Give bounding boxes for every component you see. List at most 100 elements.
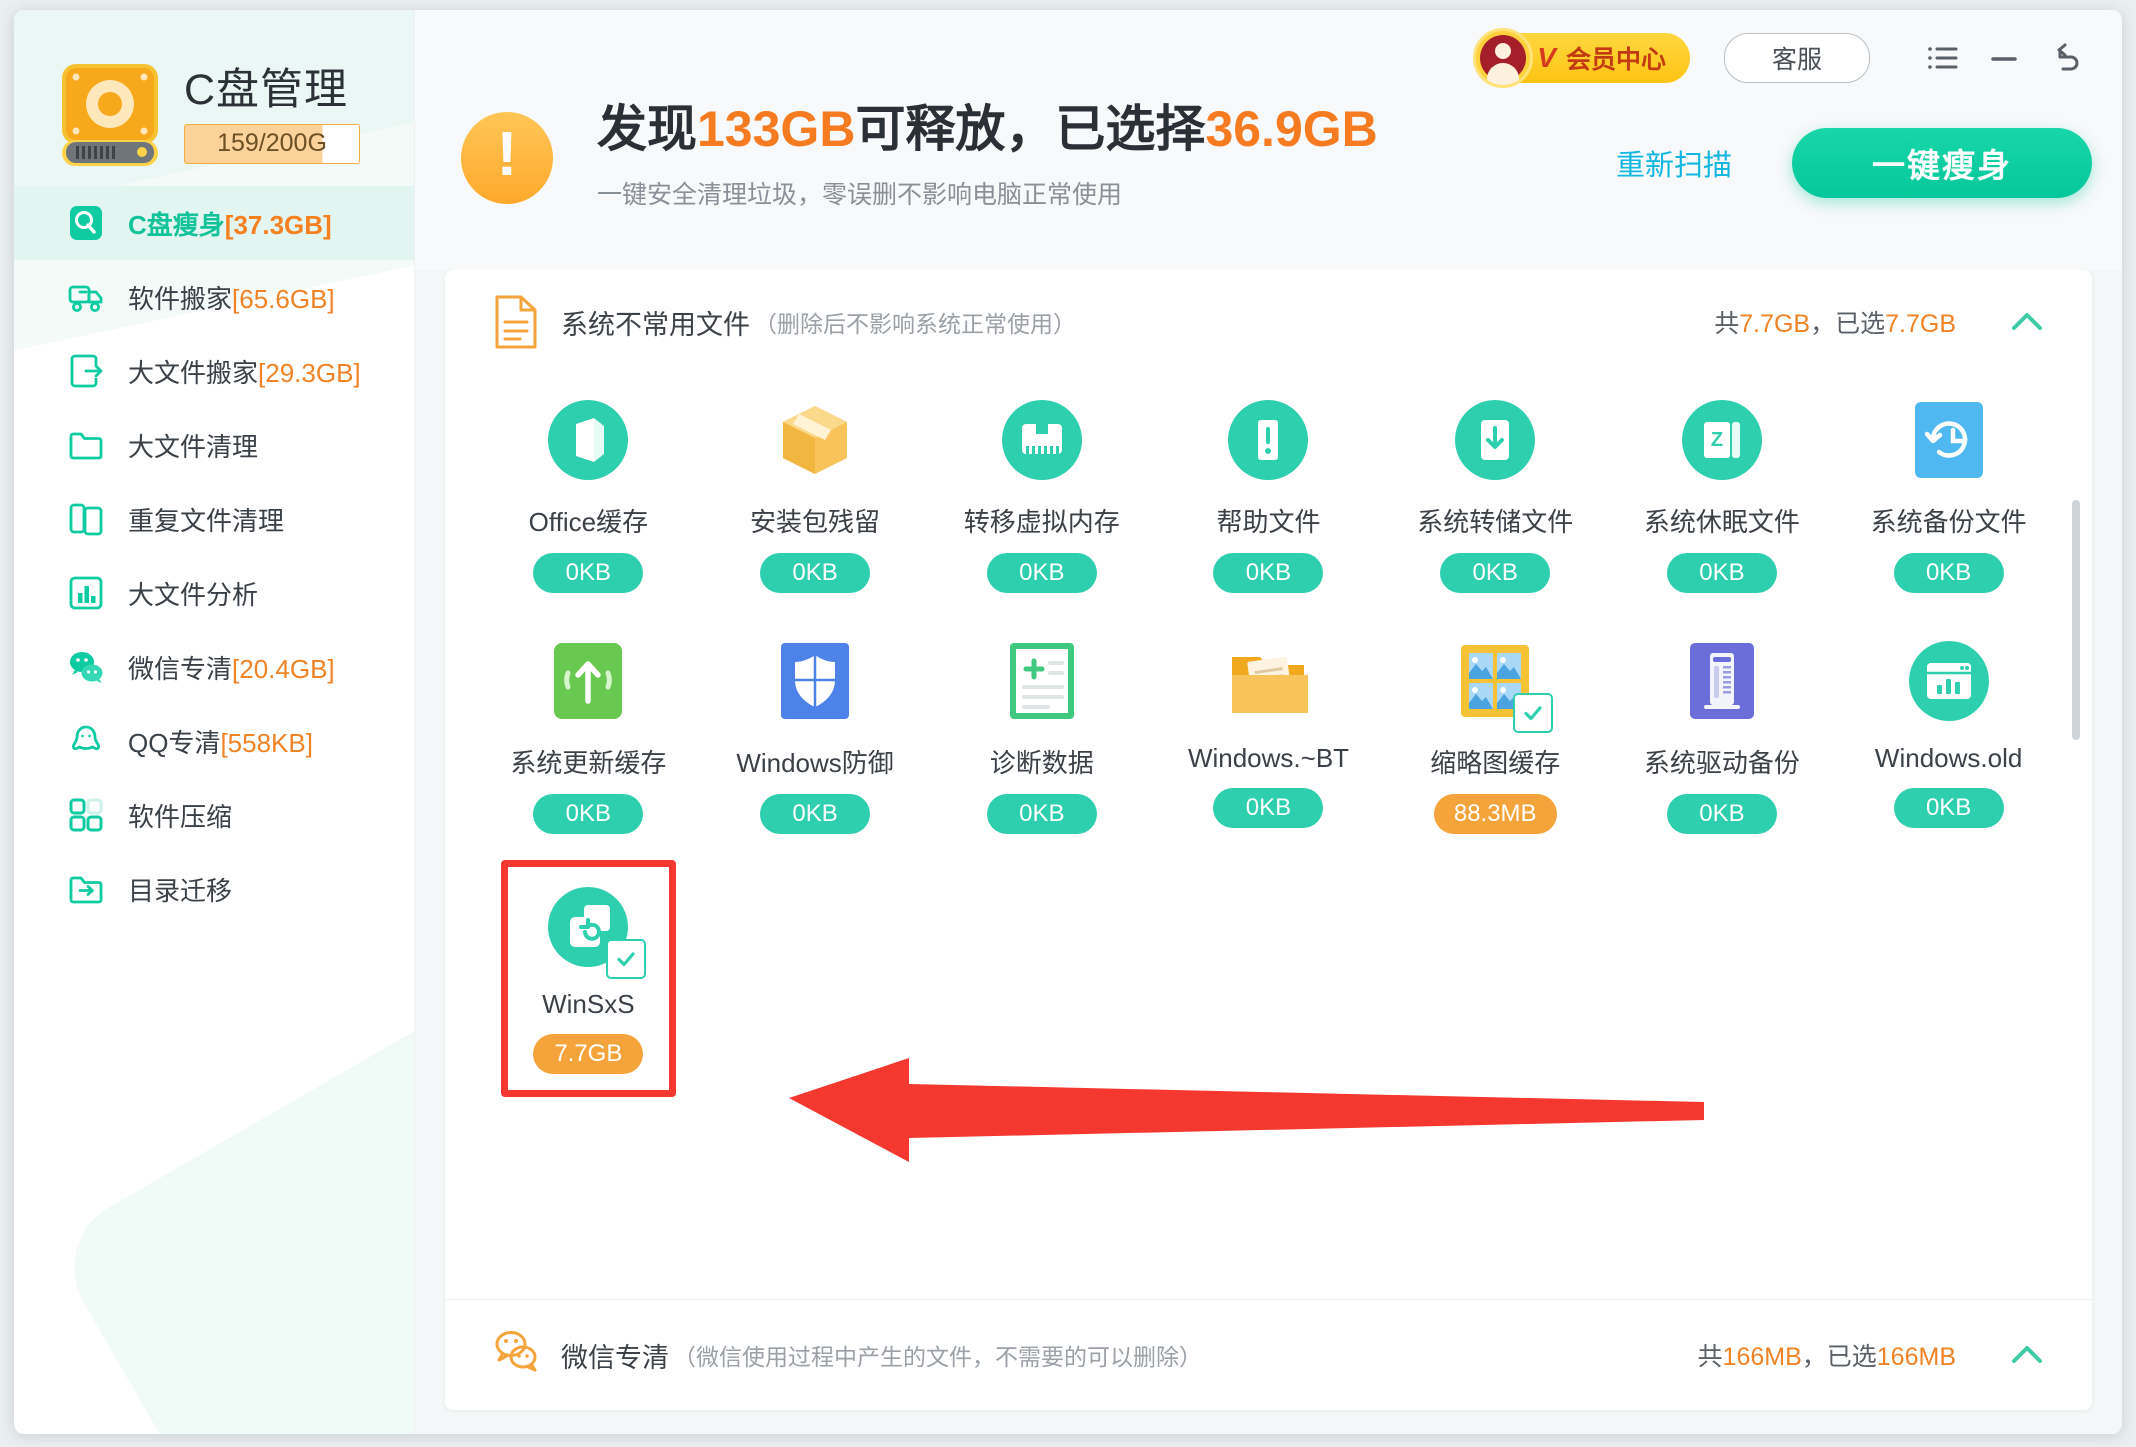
one-click-slim-button[interactable]: 一键瘦身 — [1792, 128, 2092, 198]
sidebar-item-c-slim[interactable]: C盘瘦身[37.3GB] — [14, 186, 414, 260]
tile-system-dump[interactable]: 系统转储文件 0KB — [1382, 378, 1609, 611]
sidebar-item-bigfile-clean[interactable]: 大文件清理 — [14, 408, 414, 482]
section-header-system-files[interactable]: 系统不常用文件 （删除后不影响系统正常使用） 共7.7GB，已选7.7GB — [445, 270, 2092, 374]
sidebar-item-bigfile-analysis[interactable]: 大文件分析 — [14, 556, 414, 630]
tile-winsxs[interactable]: WinSxS 7.7GB — [501, 860, 676, 1097]
download-dump-icon — [1449, 394, 1541, 486]
sidebar-item-software-move[interactable]: 软件搬家[65.6GB] — [14, 260, 414, 334]
sidebar-item-bigfile-move[interactable]: 大文件搬家[29.3GB] — [14, 334, 414, 408]
results-card: 系统不常用文件 （删除后不影响系统正常使用） 共7.7GB，已选7.7GB Of… — [445, 270, 2092, 1410]
sidebar-item-label: C盘瘦身[37.3GB] — [128, 209, 332, 240]
warning-exclamation-icon: ! — [461, 112, 553, 204]
sidebar-item-label: 软件压缩 — [128, 801, 233, 832]
sidebar-nav: C盘瘦身[37.3GB] 软件搬家[65.6GB] 大文件搬家[29.3GB] … — [14, 186, 414, 926]
section-stats: 共7.7GB，已选7.7GB — [1714, 310, 1956, 338]
window-stats-icon — [1903, 635, 1995, 727]
checkbox-checked[interactable] — [1513, 693, 1554, 733]
list-menu-icon[interactable] — [1916, 32, 1968, 84]
tile-virtual-memory[interactable]: 转移虚拟内存 0KB — [928, 378, 1155, 611]
vertical-scrollbar[interactable] — [2072, 500, 2080, 740]
header-actions: 重新扫描 一键瘦身 — [1616, 128, 2092, 198]
tile-size-badge: 0KB — [986, 794, 1097, 834]
vip-member-center-button[interactable]: V 会员中心 — [1473, 28, 1690, 88]
update-arrow-icon — [542, 635, 634, 727]
tile-windows-bt[interactable]: Windows.~BT 0KB — [1155, 619, 1382, 852]
tile-help-files[interactable]: 帮助文件 0KB — [1155, 378, 1382, 611]
tile-size-badge: 0KB — [533, 794, 644, 834]
content-area: 系统不常用文件 （删除后不影响系统正常使用） 共7.7GB，已选7.7GB Of… — [415, 270, 2122, 1434]
page-subtitle: 一键安全清理垃圾，零误删不影响电脑正常使用 — [597, 180, 1123, 209]
tile-size-badge: 0KB — [760, 553, 871, 593]
rescan-link[interactable]: 重新扫描 — [1616, 142, 1732, 184]
section-note: （删除后不影响系统正常使用） — [754, 311, 1076, 337]
tile-label: 转移虚拟内存 — [963, 507, 1120, 537]
sidebar-item-label: 大文件分析 — [128, 579, 259, 610]
customer-service-button[interactable]: 客服 — [1724, 33, 1870, 83]
hard-disk-icon — [50, 60, 170, 172]
tile-size-badge: 0KB — [1213, 553, 1324, 593]
tile-label: WinSxS — [542, 989, 635, 1019]
folder-arrow-icon — [66, 869, 106, 909]
tile-diagnostic-data[interactable]: 诊断数据 0KB — [928, 619, 1155, 852]
tile-installer-residue[interactable]: 安装包残留 0KB — [702, 378, 929, 611]
sidebar-item-label: 大文件搬家[29.3GB] — [128, 357, 361, 388]
sidebar-item-wechat-clean[interactable]: 微信专清[20.4GB] — [14, 630, 414, 704]
avatar — [1473, 28, 1534, 88]
tile-thumbnail-cache[interactable]: 缩略图缓存 88.3MB — [1382, 619, 1609, 852]
folder-documents-icon — [1222, 635, 1314, 727]
grid-squares-icon — [66, 795, 106, 835]
wechat-icon — [493, 1327, 539, 1383]
tile-system-backup[interactable]: 系统备份文件 0KB — [1835, 378, 2062, 611]
qq-penguin-icon — [66, 721, 106, 761]
tile-office-cache[interactable]: Office缓存 0KB — [475, 378, 702, 611]
tile-label: 帮助文件 — [1216, 507, 1321, 537]
section-title: 系统不常用文件 — [561, 309, 750, 340]
vip-v-label: V — [1537, 42, 1556, 73]
tile-label: 系统驱动备份 — [1643, 748, 1800, 778]
zzz-sleep-icon: Z — [1676, 394, 1768, 486]
tile-label: 安装包残留 — [750, 507, 881, 537]
sidebar-item-label: 软件搬家[65.6GB] — [128, 283, 335, 314]
sidebar-item-qq-clean[interactable]: QQ专清[558KB] — [14, 704, 414, 778]
driver-tower-icon — [1676, 635, 1768, 727]
duplicate-files-icon — [66, 499, 106, 539]
sidebar-item-directory-migrate[interactable]: 目录迁移 — [14, 852, 414, 926]
tile-size-badge: 0KB — [1893, 788, 2004, 828]
tile-driver-backup[interactable]: 系统驱动备份 0KB — [1609, 619, 1836, 852]
tile-label: 系统备份文件 — [1870, 507, 2027, 537]
sidebar-item-software-compress[interactable]: 软件压缩 — [14, 778, 414, 852]
tile-label: Windows.~BT — [1187, 743, 1350, 773]
sidebar-item-label: 大文件清理 — [128, 431, 259, 462]
tile-size-badge: 0KB — [1666, 794, 1777, 834]
memory-chip-icon — [996, 394, 1088, 486]
sidebar-item-label: 重复文件清理 — [128, 505, 285, 536]
svg-text:Z: Z — [1711, 429, 1723, 451]
tile-label: 系统休眠文件 — [1643, 507, 1800, 537]
tile-label: 系统更新缓存 — [510, 748, 667, 778]
tile-windows-defender[interactable]: Windows防御 0KB — [702, 619, 929, 852]
tile-size-badge: 0KB — [760, 794, 871, 834]
tile-system-hibernate[interactable]: Z 系统休眠文件 0KB — [1609, 378, 1836, 611]
tile-label: 系统转储文件 — [1417, 507, 1574, 537]
vip-label: 会员中心 — [1565, 46, 1666, 74]
sidebar-item-label: 目录迁移 — [128, 875, 233, 906]
thumbnails-grid-icon — [1449, 635, 1554, 733]
disk-capacity-badge: 159/200G — [184, 123, 360, 164]
minimize-icon[interactable] — [1978, 32, 2030, 84]
help-exclamation-icon — [1222, 394, 1314, 486]
checkbox-checked[interactable] — [606, 939, 647, 979]
package-box-icon — [769, 394, 861, 486]
chevron-up-icon[interactable] — [2004, 299, 2050, 345]
wechat-icon — [66, 647, 106, 687]
tile-size-badge: 88.3MB — [1433, 794, 1557, 834]
section-header-wechat[interactable]: 微信专清 （微信使用过程中产生的文件，不需要的可以删除） 共166MB，已选16… — [445, 1299, 2092, 1410]
back-arrow-icon[interactable] — [2040, 32, 2092, 84]
tile-system-update-cache[interactable]: 系统更新缓存 0KB — [475, 619, 702, 852]
app-title: C盘管理 — [184, 66, 349, 115]
tile-size-badge: 0KB — [533, 553, 644, 593]
truck-icon — [66, 277, 106, 317]
tile-windows-old[interactable]: Windows.old 0KB — [1835, 619, 2062, 852]
sidebar-item-duplicate-clean[interactable]: 重复文件清理 — [14, 482, 414, 556]
chevron-up-icon[interactable] — [2004, 1332, 2050, 1378]
tile-size-badge: 0KB — [1213, 788, 1324, 828]
